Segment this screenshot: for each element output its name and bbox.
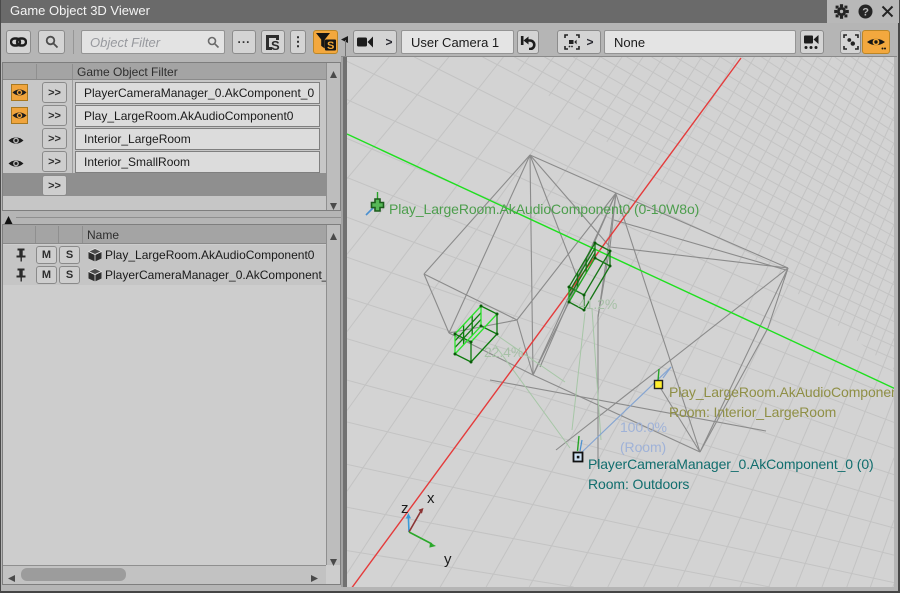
svg-text:S: S <box>327 40 334 52</box>
svg-text:x: x <box>427 490 435 507</box>
svg-text:?: ? <box>862 7 869 19</box>
svg-text:(Room): (Room) <box>620 439 666 455</box>
svg-text:S: S <box>271 38 280 51</box>
svg-text:22.4%: 22.4% <box>484 344 523 360</box>
svg-text:y: y <box>444 551 452 568</box>
svg-text:100.0%: 100.0% <box>620 419 667 435</box>
svg-text:41.2%: 41.2% <box>578 296 617 312</box>
svg-text:PlayerCameraManager_0.AkCompon: PlayerCameraManager_0.AkComponent_0 (0) <box>588 456 874 472</box>
svg-text:Play_LargeRoom.AkAudioComponen: Play_LargeRoom.AkAudioComponent0 (0-10W8… <box>389 201 699 217</box>
svg-text:Room: Interior_LargeRoom: Room: Interior_LargeRoom <box>669 404 836 420</box>
svg-text:z: z <box>401 500 409 517</box>
svg-text:Play_LargeRoom.AkAudioComponen: Play_LargeRoom.AkAudioComponen <box>669 384 894 400</box>
svg-text:Room: Outdoors: Room: Outdoors <box>588 476 689 492</box>
